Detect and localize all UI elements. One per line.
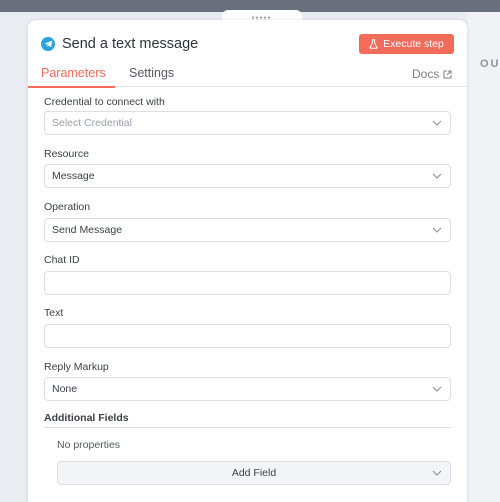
credential-label: Credential to connect with — [44, 96, 165, 108]
operation-label: Operation — [44, 201, 91, 213]
credential-select[interactable]: Select Credential — [44, 111, 451, 135]
no-properties-text: No properties — [57, 439, 121, 451]
execute-step-button[interactable]: Execute step — [359, 34, 454, 54]
reply-markup-select[interactable]: None — [44, 377, 451, 401]
tab-settings[interactable]: Settings — [129, 66, 174, 80]
tab-parameters[interactable]: Parameters — [41, 66, 106, 80]
execute-step-label: Execute step — [383, 38, 444, 50]
docs-label: Docs — [412, 67, 440, 81]
operation-select[interactable]: Send Message — [44, 218, 451, 242]
node-title[interactable]: Send a text message — [62, 36, 198, 52]
chevron-down-icon — [432, 386, 442, 392]
resource-label: Resource — [44, 148, 89, 160]
telegram-icon — [41, 37, 55, 51]
flask-icon — [369, 39, 378, 49]
add-field-button[interactable]: Add Field — [57, 461, 451, 485]
chat-id-input[interactable] — [44, 271, 451, 295]
resource-value: Message — [52, 170, 95, 182]
resource-select[interactable]: Message — [44, 164, 451, 188]
chevron-down-icon — [432, 227, 442, 233]
active-tab-indicator — [28, 86, 115, 88]
docs-link[interactable]: Docs — [412, 67, 452, 81]
chat-id-label: Chat ID — [44, 254, 80, 266]
panel-tabs: Parameters Settings Docs — [28, 64, 467, 88]
output-panel-label: OU — [480, 58, 500, 70]
credential-placeholder: Select Credential — [52, 117, 132, 129]
section-divider — [44, 427, 451, 428]
operation-value: Send Message — [52, 224, 123, 236]
node-parameters-panel: Send a text message Execute step Paramet… — [28, 20, 467, 502]
external-link-icon — [443, 70, 452, 78]
additional-fields-title: Additional Fields — [44, 412, 129, 424]
output-panel-background — [467, 12, 500, 502]
chevron-down-icon — [432, 173, 442, 179]
reply-markup-value: None — [52, 383, 78, 395]
reply-markup-label: Reply Markup — [44, 361, 109, 373]
text-input[interactable] — [44, 324, 451, 348]
chevron-down-icon — [432, 470, 442, 476]
add-field-label: Add Field — [231, 467, 277, 479]
text-label: Text — [44, 307, 64, 319]
chevron-down-icon — [432, 120, 442, 126]
